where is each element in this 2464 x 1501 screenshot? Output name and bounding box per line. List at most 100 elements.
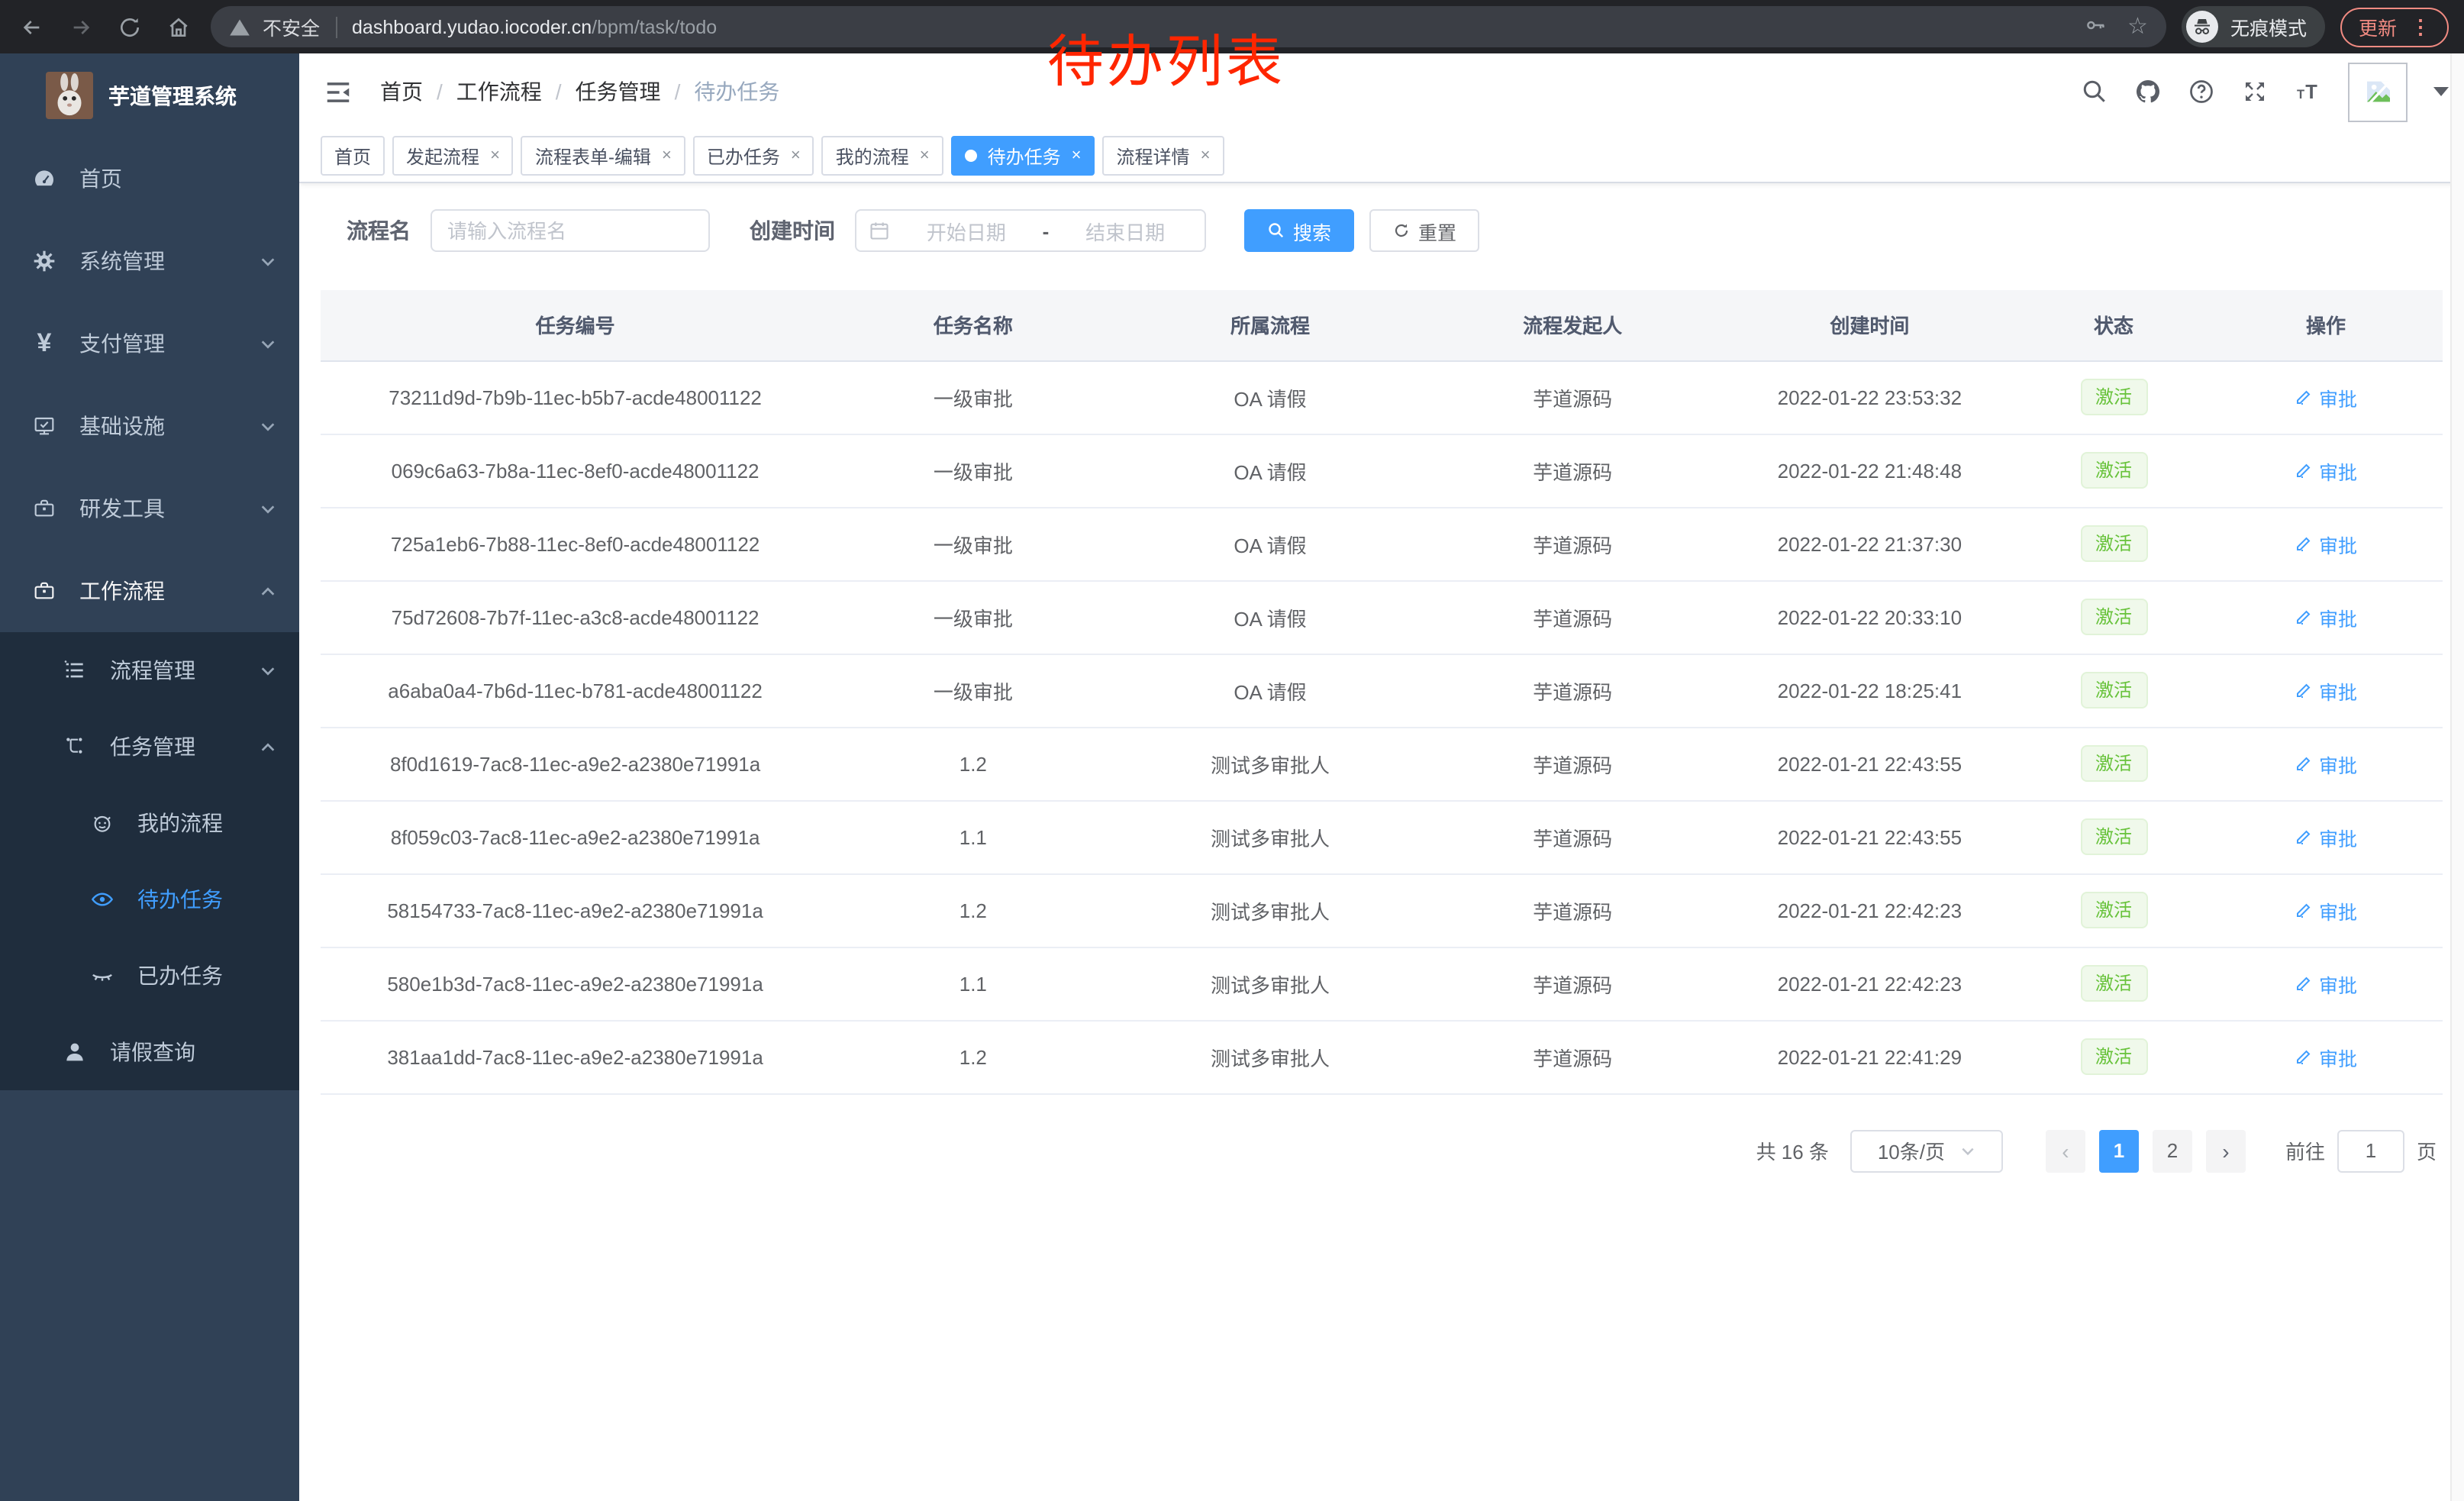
font-size-icon[interactable]: TT [2295, 78, 2322, 105]
breadcrumb-item[interactable]: 任务管理 [576, 76, 661, 107]
sidebar-item-infrastructure[interactable]: 基础设施 [0, 385, 299, 467]
tab-start-process[interactable]: 发起流程× [392, 136, 514, 176]
approve-button[interactable]: 审批 [2295, 749, 2357, 778]
status-badge: 激活 [2080, 745, 2147, 782]
task-name-cell: 1.1 [830, 800, 1116, 873]
approve-button[interactable]: 审批 [2295, 1042, 2357, 1071]
approve-button[interactable]: 审批 [2295, 676, 2357, 705]
task-name-cell: 1.2 [830, 1020, 1116, 1093]
page-button-2[interactable]: 2 [2153, 1129, 2192, 1172]
sidebar-item-task-management[interactable]: 任务管理 [0, 709, 299, 785]
process-cell: OA 请假 [1116, 507, 1424, 580]
tab-done-tasks[interactable]: 已办任务× [693, 136, 814, 176]
prev-page-button[interactable]: ‹ [2046, 1129, 2085, 1172]
reload-icon[interactable] [113, 10, 147, 44]
search-button[interactable]: 搜索 [1244, 209, 1354, 252]
close-icon[interactable]: × [1072, 147, 1082, 165]
avatar-caret-icon[interactable] [2433, 84, 2449, 99]
address-bar[interactable]: 不安全 dashboard.yudao.iocoder.cn/bpm/task/… [211, 6, 2166, 47]
security-label[interactable]: 不安全 [263, 12, 320, 41]
status-badge: 激活 [2080, 379, 2147, 415]
next-page-button[interactable]: › [2206, 1129, 2246, 1172]
avatar[interactable] [2348, 62, 2408, 121]
github-icon[interactable] [2134, 78, 2162, 105]
menu-kebab-icon[interactable]: ⋮ [2411, 15, 2430, 39]
status-badge: 激活 [2080, 599, 2147, 635]
task-id-cell: 069c6a63-7b8a-11ec-8ef0-acde48001122 [321, 434, 830, 507]
update-button[interactable]: 更新 ⋮ [2340, 7, 2449, 47]
sidebar-item-label: 基础设施 [79, 411, 165, 441]
close-icon[interactable]: × [1201, 147, 1211, 165]
workflow-submenu: 流程管理 任务管理 我的流程 待办任务 已办 [0, 632, 299, 1090]
starter-cell: 芋道源码 [1424, 507, 1721, 580]
page-size-select[interactable]: 10条/页 [1850, 1129, 2003, 1172]
forward-icon[interactable] [64, 10, 98, 44]
search-icon[interactable] [2081, 78, 2108, 105]
reset-button[interactable]: 重置 [1369, 209, 1479, 252]
table-row: 381aa1dd-7ac8-11ec-a9e2-a2380e71991a1.2测… [321, 1020, 2443, 1093]
help-icon[interactable] [2188, 78, 2215, 105]
status-badge: 激活 [2080, 965, 2147, 1002]
tab-todo-tasks[interactable]: 待办任务× [951, 136, 1095, 176]
back-icon[interactable] [15, 10, 49, 44]
page-size-value: 10条/页 [1878, 1136, 1945, 1165]
home-icon[interactable] [162, 10, 195, 44]
sidebar-item-leave-query[interactable]: 请假查询 [0, 1014, 299, 1090]
sidebar-item-system[interactable]: 系统管理 [0, 220, 299, 302]
page-button-1[interactable]: 1 [2099, 1129, 2139, 1172]
sidebar-item-workflow[interactable]: 工作流程 [0, 550, 299, 632]
task-id-cell: 580e1b3d-7ac8-11ec-a9e2-a2380e71991a [321, 947, 830, 1020]
sidebar-item-todo-tasks[interactable]: 待办任务 [0, 861, 299, 938]
starter-cell: 芋道源码 [1424, 800, 1721, 873]
goto-page-input[interactable] [2337, 1129, 2404, 1172]
sidebar-item-home[interactable]: 首页 [0, 137, 299, 220]
password-key-icon[interactable] [2083, 13, 2106, 40]
breadcrumb-item[interactable]: 工作流程 [456, 76, 542, 107]
tab-my-process[interactable]: 我的流程× [822, 136, 943, 176]
table-header-row: 任务编号 任务名称 所属流程 流程发起人 创建时间 状态 操作 [321, 290, 2443, 360]
breadcrumb: 首页 / 工作流程 / 任务管理 / 待办任务 [380, 76, 779, 107]
approve-button[interactable]: 审批 [2295, 969, 2357, 998]
sidebar-item-my-process[interactable]: 我的流程 [0, 785, 299, 861]
chevron-up-icon [260, 583, 276, 599]
sidebar-item-label: 待办任务 [137, 884, 223, 915]
approve-button[interactable]: 审批 [2295, 529, 2357, 558]
sidebar-collapse-icon[interactable] [299, 77, 377, 106]
sidebar-item-label: 工作流程 [79, 576, 165, 606]
sidebar-item-dev-tools[interactable]: 研发工具 [0, 467, 299, 550]
starter-cell: 芋道源码 [1424, 947, 1721, 1020]
process-name-input[interactable] [431, 209, 710, 252]
task-id-cell: a6aba0a4-7b6d-11ec-b781-acde48001122 [321, 654, 830, 727]
sidebar-item-done-tasks[interactable]: 已办任务 [0, 938, 299, 1014]
svg-text:T: T [2297, 88, 2304, 102]
page-scrollbar[interactable] [2450, 53, 2464, 1501]
app-logo-row[interactable]: 芋道管理系统 [0, 53, 299, 137]
close-icon[interactable]: × [791, 147, 801, 165]
close-icon[interactable]: × [490, 147, 500, 165]
approve-button[interactable]: 审批 [2295, 822, 2357, 851]
fullscreen-icon[interactable] [2241, 78, 2269, 105]
date-range-picker[interactable]: 开始日期 - 结束日期 [855, 209, 1206, 252]
tab-process-detail[interactable]: 流程详情× [1103, 136, 1224, 176]
sidebar-item-label: 系统管理 [79, 246, 165, 276]
process-cell: 测试多审批人 [1116, 800, 1424, 873]
status-badge: 激活 [2080, 525, 2147, 562]
browser-chrome: 不安全 dashboard.yudao.iocoder.cn/bpm/task/… [0, 0, 2464, 53]
tab-process-form-edit[interactable]: 流程表单-编辑× [521, 136, 685, 176]
table-row: 75d72608-7b7f-11ec-a3c8-acde48001122一级审批… [321, 580, 2443, 654]
pagination: 共 16 条 10条/页 ‹ 1 2 › 前往 页 [321, 1129, 2443, 1172]
approve-button[interactable]: 审批 [2295, 383, 2357, 412]
sidebar-item-label: 请假查询 [110, 1037, 195, 1067]
breadcrumb-item[interactable]: 首页 [380, 76, 423, 107]
bookmark-star-icon[interactable]: ☆ [2127, 15, 2148, 38]
approve-button[interactable]: 审批 [2295, 456, 2357, 485]
sidebar-item-payment[interactable]: ¥ 支付管理 [0, 302, 299, 385]
approve-button[interactable]: 审批 [2295, 602, 2357, 631]
tab-home[interactable]: 首页 [321, 136, 385, 176]
task-id-cell: 75d72608-7b7f-11ec-a3c8-acde48001122 [321, 580, 830, 654]
sidebar-item-process-management[interactable]: 流程管理 [0, 632, 299, 709]
approve-button[interactable]: 审批 [2295, 896, 2357, 925]
close-icon[interactable]: × [662, 147, 672, 165]
close-icon[interactable]: × [920, 147, 930, 165]
created-cell: 2022-01-22 21:37:30 [1721, 507, 2018, 580]
